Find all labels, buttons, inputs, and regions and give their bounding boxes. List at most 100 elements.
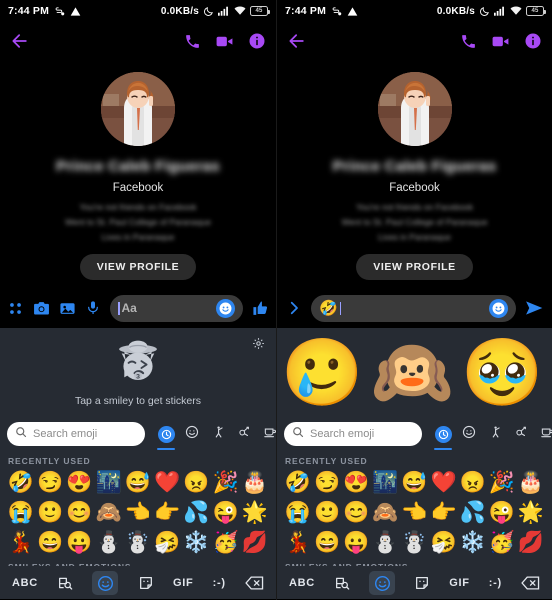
gif-key[interactable]: GIF [449, 577, 469, 589]
emoji-cell[interactable]: 💃 [7, 528, 35, 558]
emoji-cell[interactable]: 🌟 [517, 498, 545, 528]
emoji-cell[interactable]: 😜 [212, 498, 240, 528]
emoji-cell[interactable]: ❄️ [183, 528, 211, 558]
smiley-icon[interactable] [489, 298, 508, 318]
gear-icon[interactable] [252, 337, 265, 355]
phone-call-icon[interactable] [184, 33, 201, 50]
microphone-icon[interactable] [85, 300, 101, 316]
send-icon[interactable] [524, 298, 544, 318]
emoji-cell[interactable]: 🤣 [7, 468, 35, 498]
emoji-cell[interactable]: ❤️ [153, 468, 181, 498]
view-profile-button[interactable]: VIEW PROFILE [79, 254, 197, 280]
emoji-cell[interactable]: ⛄ [371, 528, 399, 558]
emoji-cell[interactable]: 🤧 [153, 528, 181, 558]
gif-key[interactable]: GIF [173, 577, 193, 589]
emoji-cell[interactable]: 👈 [401, 498, 429, 528]
message-input[interactable]: 🤣 [311, 294, 516, 322]
image-search-icon[interactable] [57, 575, 73, 591]
emoji-cell[interactable]: ☃️ [401, 528, 429, 558]
emoji-cell[interactable]: 🙈 [371, 498, 399, 528]
emoji-tab-recently-used[interactable] [430, 418, 456, 450]
emoji-cell[interactable]: 👉 [153, 498, 181, 528]
emoji-cell[interactable]: ❤️ [430, 468, 458, 498]
emoji-cell[interactable]: 😅 [401, 468, 429, 498]
camera-icon[interactable] [33, 300, 50, 317]
emoji-cell[interactable]: 🤧 [430, 528, 458, 558]
emoji-cell[interactable]: 🌃 [371, 468, 399, 498]
emoji-cell[interactable]: 😠 [459, 468, 487, 498]
backspace-key[interactable] [245, 575, 264, 591]
smiley-icon[interactable] [216, 298, 235, 318]
emoji-preview-item[interactable]: 🙉 [371, 339, 453, 405]
search-emoji-input[interactable]: Search emoji [284, 422, 422, 446]
emoji-cell[interactable]: 💋 [517, 528, 545, 558]
gallery-icon[interactable] [59, 300, 76, 317]
emoji-cell[interactable]: 😊 [66, 498, 94, 528]
emoji-cell[interactable]: 💦 [183, 498, 211, 528]
emoji-cell[interactable]: 👈 [124, 498, 152, 528]
emoji-tab-people[interactable] [482, 418, 508, 450]
emoji-cell[interactable]: 🌟 [241, 498, 269, 528]
emoji-cell[interactable]: 🙂 [36, 498, 64, 528]
emoji-cell[interactable]: 😍 [66, 468, 94, 498]
emoji-cell[interactable]: 🙂 [313, 498, 341, 528]
video-call-icon[interactable] [215, 32, 234, 51]
emoji-cell[interactable]: 😍 [342, 468, 370, 498]
emoji-cell[interactable]: 😜 [488, 498, 516, 528]
message-input[interactable]: Aa [110, 294, 243, 322]
emoji-cell[interactable]: 😏 [313, 468, 341, 498]
emoji-cell[interactable]: 💃 [284, 528, 312, 558]
emoji-tab-recently-used[interactable] [153, 418, 179, 450]
emoji-cell[interactable]: 💦 [459, 498, 487, 528]
emoji-cell[interactable]: 😭 [7, 498, 35, 528]
emoji-cell[interactable]: 😊 [342, 498, 370, 528]
avatar[interactable] [101, 72, 175, 146]
emoji-cell[interactable]: 🤣 [284, 468, 312, 498]
emoji-cell[interactable]: 😠 [183, 468, 211, 498]
video-call-icon[interactable] [491, 32, 510, 51]
emoji-tab-icon[interactable] [92, 571, 119, 595]
emoji-tab-smileys[interactable] [179, 418, 205, 450]
image-search-icon[interactable] [334, 575, 350, 591]
emoji-cell[interactable]: 🎂 [517, 468, 545, 498]
emoji-preview-item[interactable]: 🥹 [461, 339, 543, 405]
avatar[interactable] [377, 72, 452, 146]
emoji-tab-nature[interactable] [231, 418, 257, 450]
emoji-tab-icon[interactable] [369, 571, 396, 595]
emoji-cell[interactable]: 🎉 [488, 468, 516, 498]
apps-grid-icon[interactable] [7, 300, 24, 317]
view-profile-button[interactable]: VIEW PROFILE [356, 254, 473, 280]
emoji-cell[interactable]: 🎂 [241, 468, 269, 498]
phone-call-icon[interactable] [460, 33, 477, 50]
search-emoji-input[interactable]: Search emoji [7, 422, 145, 446]
abc-key[interactable]: ABC [289, 577, 315, 589]
emoji-cell[interactable]: 👉 [430, 498, 458, 528]
emoji-cell[interactable]: 😛 [342, 528, 370, 558]
emoji-preview-item[interactable]: 🥲 [281, 339, 363, 405]
emoji-cell[interactable]: 😄 [313, 528, 341, 558]
cowboy-cat-sticker[interactable]: 3 [112, 338, 164, 391]
emoji-cell[interactable]: 😄 [36, 528, 64, 558]
emoji-tab-food-drink[interactable] [257, 418, 276, 450]
emoji-cell[interactable]: 🥳 [488, 528, 516, 558]
emoji-tab-people[interactable] [205, 418, 231, 450]
emoji-cell[interactable]: 💋 [241, 528, 269, 558]
emoji-cell[interactable]: ⛄ [95, 528, 123, 558]
emoji-cell[interactable]: 😭 [284, 498, 312, 528]
emoji-cell[interactable]: 🥳 [212, 528, 240, 558]
back-arrow-icon[interactable] [10, 31, 30, 51]
emoji-cell[interactable]: 😅 [124, 468, 152, 498]
emoji-cell[interactable]: ☃️ [124, 528, 152, 558]
thumbs-up-icon[interactable] [252, 300, 269, 317]
emoticon-key[interactable]: :-) [489, 577, 502, 589]
abc-key[interactable]: ABC [12, 577, 38, 589]
emoji-tab-food-drink[interactable] [534, 418, 552, 450]
emoticon-key[interactable]: :-) [213, 577, 226, 589]
emoji-cell[interactable]: 😏 [36, 468, 64, 498]
emoji-tab-smileys[interactable] [456, 418, 482, 450]
sticker-tab-icon[interactable] [414, 575, 430, 591]
emoji-cell[interactable]: ❄️ [459, 528, 487, 558]
chevron-right-icon[interactable] [285, 299, 303, 317]
emoji-tab-nature[interactable] [508, 418, 534, 450]
emoji-cell[interactable]: 🌃 [95, 468, 123, 498]
